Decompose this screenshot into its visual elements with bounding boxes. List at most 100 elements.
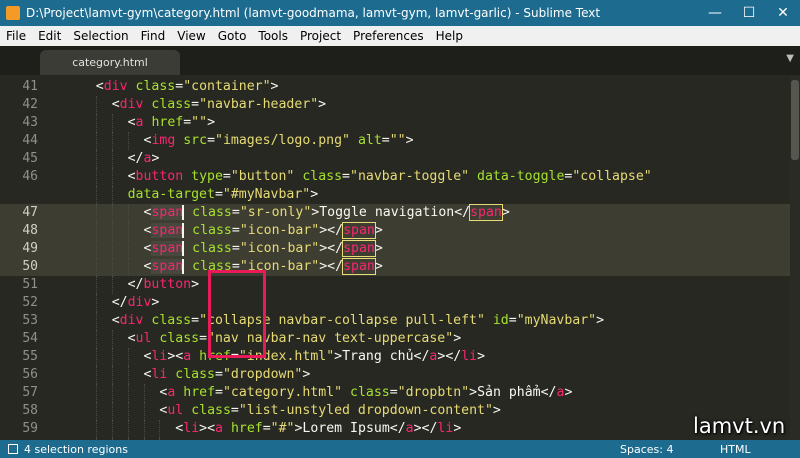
- code-text: <div class="container">: [96, 78, 279, 96]
- indent-guide: [111, 366, 113, 384]
- menu-view[interactable]: View: [171, 29, 211, 43]
- code-line[interactable]: 44 <img src="images/logo.png" alt="">: [0, 132, 800, 150]
- code-line[interactable]: 42 <div class="navbar-header">: [0, 96, 800, 114]
- menu-preferences[interactable]: Preferences: [347, 29, 430, 43]
- code-token: >Lorem Ipsum</: [294, 421, 406, 436]
- selection-status: 4 selection regions: [24, 442, 128, 456]
- minimize-button[interactable]: —: [698, 0, 732, 26]
- indent-guide: [95, 204, 97, 222]
- code-token: ><: [167, 349, 184, 364]
- annotation-highlight-box: [208, 270, 266, 358]
- code-token: =: [231, 205, 240, 220]
- code-token: >: [374, 259, 383, 274]
- code-line[interactable]: 53 <div class="collapse navbar-collapse p…: [0, 312, 800, 330]
- code-token: class: [151, 313, 192, 328]
- code-line[interactable]: data-target="#myNavbar">: [0, 186, 800, 204]
- code-line[interactable]: 45 </a>: [0, 150, 800, 168]
- tab-category-html[interactable]: category.html: [40, 50, 180, 75]
- indentation-status[interactable]: Spaces: 4: [620, 443, 720, 456]
- menu-tools[interactable]: Tools: [252, 29, 294, 43]
- code-token: =: [199, 331, 208, 346]
- code-line[interactable]: 55 <li><a href="index.html">Trang chủ</a>…: [0, 348, 800, 366]
- indent-guide: [95, 96, 97, 114]
- syntax-status[interactable]: HTML: [720, 443, 800, 456]
- code-token: li: [461, 349, 478, 364]
- code-token: class: [175, 367, 215, 382]
- code-line[interactable]: 52 </div>: [0, 294, 800, 312]
- code-line[interactable]: 48 <span class="icon-bar"></span>: [0, 222, 800, 240]
- code-line[interactable]: 57 <a href="category.html" class="dropbtn…: [0, 384, 800, 402]
- code-token: <: [95, 79, 104, 94]
- code-token: >Trang chủ</: [334, 349, 430, 364]
- code-token: "images/logo.png": [215, 133, 350, 148]
- code-token: span: [342, 240, 376, 257]
- code-line[interactable]: 54 <ul class="nav navbar-nav text-upperca…: [0, 330, 800, 348]
- code-token: =: [207, 133, 216, 148]
- tab-dropdown-icon[interactable]: ▼: [786, 53, 794, 64]
- code-token: >: [596, 313, 605, 328]
- code-token: "container": [183, 79, 271, 94]
- indent-guide: [95, 276, 97, 294]
- code-line[interactable]: 59 <li><a href="#">Lorem Ipsum</a></li>: [0, 420, 800, 438]
- menu-project[interactable]: Project: [294, 29, 347, 43]
- code-token: ></: [437, 349, 462, 364]
- panel-toggle-icon[interactable]: [8, 444, 18, 454]
- close-button[interactable]: ✕: [766, 0, 800, 26]
- code-token: <: [111, 313, 120, 328]
- code-text: data-target="#myNavbar">: [128, 186, 319, 204]
- code-line[interactable]: 50 <span class="icon-bar"></span>: [0, 258, 800, 276]
- code-token: =: [262, 421, 271, 436]
- scrollbar-thumb[interactable]: [791, 80, 799, 160]
- code-token: "": [389, 133, 406, 148]
- code-line[interactable]: 58 <ul class="list-unstyled dropdown-cont…: [0, 402, 800, 420]
- code-line[interactable]: 47 <span class="sr-only">Toggle navigatio…: [0, 204, 800, 222]
- code-text: <span class="icon-bar"></span>: [144, 222, 383, 240]
- code-line[interactable]: 43 <a href="">: [0, 114, 800, 132]
- code-token: li: [437, 421, 454, 436]
- code-token: data-toggle: [477, 169, 565, 184]
- menu-goto[interactable]: Goto: [212, 29, 253, 43]
- code-token: >: [374, 223, 383, 238]
- code-editor[interactable]: 41 <div class="container"> 42 <div class="n…: [0, 75, 800, 440]
- code-line[interactable]: 56 <li class="dropdown">: [0, 366, 800, 384]
- menu-edit[interactable]: Edit: [32, 29, 67, 43]
- code-token: class: [302, 169, 343, 184]
- indent-guide: [111, 384, 113, 402]
- indent-guide: [95, 402, 97, 420]
- code-token: id: [492, 313, 509, 328]
- code-token: div: [103, 79, 128, 94]
- code-token: alt: [357, 133, 382, 148]
- code-text: <li><a href="index.html">Trang chủ</a></…: [144, 348, 486, 366]
- code-token: "#": [270, 421, 295, 436]
- maximize-button[interactable]: ☐: [732, 0, 766, 26]
- code-token: span: [151, 205, 184, 220]
- indent-guide: [143, 402, 145, 420]
- indent-guide: [111, 150, 113, 168]
- code-token: li: [183, 421, 200, 436]
- code-line[interactable]: 49 <span class="icon-bar"></span>: [0, 240, 800, 258]
- menu-file[interactable]: File: [0, 29, 32, 43]
- code-line[interactable]: 41 <div class="container">: [0, 78, 800, 96]
- code-token: href: [151, 115, 184, 130]
- code-line[interactable]: 51 </button>: [0, 276, 800, 294]
- menu-help[interactable]: Help: [430, 29, 469, 43]
- code-token: div: [119, 97, 144, 112]
- code-token: >: [151, 151, 160, 166]
- indent-guide: [111, 114, 113, 132]
- code-token: >: [405, 133, 414, 148]
- code-token: "": [191, 115, 208, 130]
- code-token: class: [192, 205, 232, 220]
- indent-guide: [159, 420, 161, 438]
- indent-guide: [111, 186, 113, 204]
- code-token: ></: [319, 259, 344, 274]
- menu-selection[interactable]: Selection: [67, 29, 134, 43]
- code-line[interactable]: 46 <button type="button" class="navbar-to…: [0, 168, 800, 186]
- code-token: span: [151, 259, 184, 274]
- menu-find[interactable]: Find: [135, 29, 172, 43]
- line-number: 47: [22, 205, 38, 220]
- code-token: "list-unstyled dropdown-content": [238, 403, 493, 418]
